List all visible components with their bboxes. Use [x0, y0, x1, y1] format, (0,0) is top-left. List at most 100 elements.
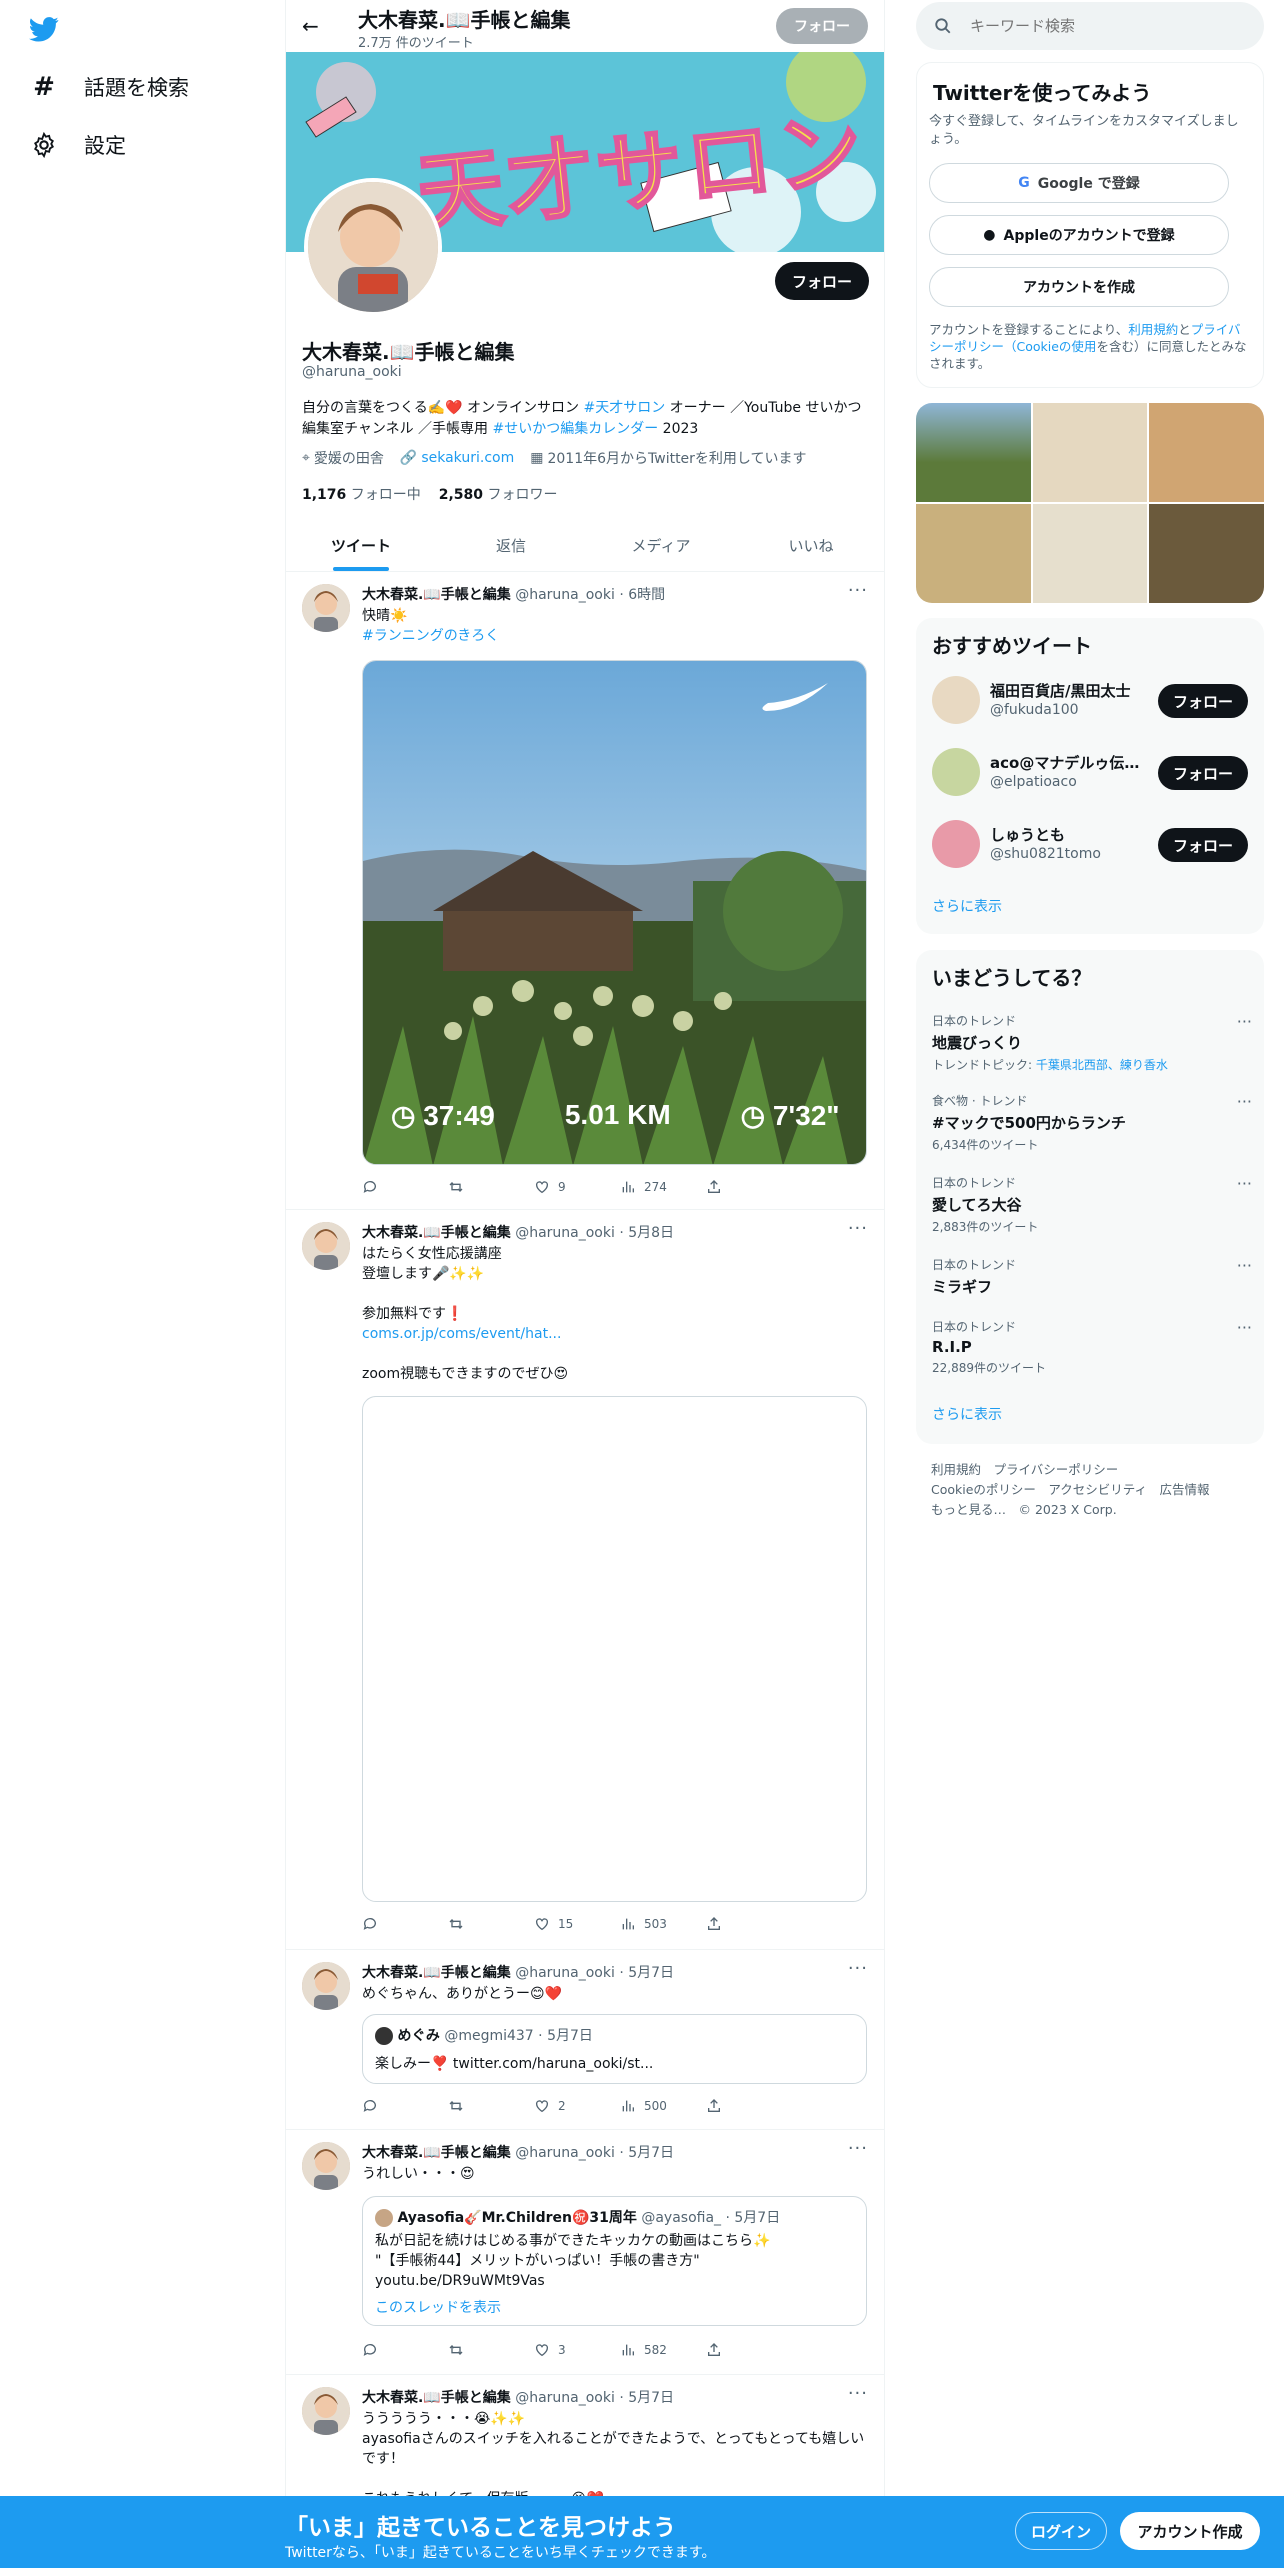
tweet-avatar[interactable]: [302, 584, 350, 632]
follow-button[interactable]: フォロー: [1158, 756, 1248, 790]
bio-hashtag-calendar[interactable]: #せいかつ編集カレンダー: [492, 421, 658, 437]
create-account-button[interactable]: アカウントを作成: [929, 267, 1229, 307]
tweet-link[interactable]: coms.or.jp/coms/event/hat...: [362, 1324, 867, 1344]
more-options-icon[interactable]: ···: [1237, 1012, 1252, 1031]
show-thread-link[interactable]: このスレッドを表示: [375, 2297, 501, 2317]
media-grid[interactable]: [916, 403, 1264, 603]
quoted-tweet[interactable]: めぐみ @megmi437 · 5月7日 楽しみー❣️ twitter.com/…: [362, 2014, 867, 2084]
tweet-time[interactable]: · 5月7日: [615, 1965, 674, 1981]
tweet-time[interactable]: · 5月7日: [615, 2390, 674, 2406]
tweet-avatar[interactable]: [302, 2387, 350, 2435]
tweet-avatar[interactable]: [302, 1222, 350, 1270]
quoted-tweet[interactable]: Ayasofia🎸Mr.Children㊗️31周年 @ayasofia_ · …: [362, 2196, 867, 2326]
nav-explore[interactable]: # 話題を検索: [30, 72, 189, 102]
like-button[interactable]: 15: [534, 1914, 620, 1934]
apple-signup-button[interactable]: ● Appleのアカウントで登録: [929, 215, 1229, 255]
more-options-icon[interactable]: ···: [1237, 1092, 1252, 1111]
tweet-author-name[interactable]: 大木春菜.📖手帳と編集: [362, 2145, 511, 2161]
following-link[interactable]: 1,176 フォロー中: [302, 484, 421, 504]
tweet-author-handle[interactable]: @haruna_ooki: [515, 1225, 615, 1241]
header-follow-button[interactable]: フォロー: [776, 8, 868, 44]
footer-line-3[interactable]: もっと見る… © 2023 X Corp.: [931, 1500, 1251, 1520]
profile-website-link[interactable]: sekakuri.com: [421, 450, 514, 466]
tweet-author-handle[interactable]: @haruna_ooki: [515, 587, 615, 603]
profile-avatar[interactable]: [304, 178, 442, 316]
tweet-avatar[interactable]: [302, 1962, 350, 2010]
tweet-time[interactable]: · 5月7日: [615, 2145, 674, 2161]
tweet-time[interactable]: · 6時間: [615, 587, 665, 603]
tab-replies[interactable]: 返信: [436, 520, 586, 571]
recommend-user[interactable]: aco@マナデルゥ伝... @elpatioaco フォロー: [932, 746, 1252, 800]
profile-follow-button[interactable]: フォロー: [775, 262, 869, 300]
reply-button[interactable]: [362, 2096, 448, 2116]
trends-more-link[interactable]: さらに表示: [932, 1404, 1002, 1424]
media-thumb[interactable]: [1032, 504, 1148, 603]
share-button[interactable]: [706, 2096, 792, 2116]
more-options-icon[interactable]: ···: [848, 2138, 868, 2159]
trend-item[interactable]: 日本のトレンド 地震びっくり トレンドトピック: 千葉県北西部、練り香水 ···: [932, 1012, 1252, 1073]
follow-button[interactable]: フォロー: [1158, 828, 1248, 862]
tweet-author-handle[interactable]: @haruna_ooki: [515, 1965, 615, 1981]
retweet-button[interactable]: [448, 1914, 534, 1934]
more-options-icon[interactable]: ···: [1237, 1174, 1252, 1193]
more-options-icon[interactable]: ···: [1237, 1256, 1252, 1275]
views-button[interactable]: 500: [620, 2096, 706, 2116]
link-card[interactable]: [362, 1396, 867, 1902]
media-thumb[interactable]: [1149, 504, 1264, 603]
tab-media[interactable]: メディア: [586, 520, 736, 571]
media-thumb[interactable]: [916, 403, 1031, 502]
tweet[interactable]: 大木春菜.📖手帳と編集 @haruna_ooki · 5月7日 ··· うれしい…: [286, 2130, 884, 2375]
tweet[interactable]: 大木春菜.📖手帳と編集 @haruna_ooki · 6時間 ··· 快晴☀️ …: [286, 572, 884, 1210]
recommend-more-link[interactable]: さらに表示: [932, 896, 1002, 916]
retweet-button[interactable]: [448, 2096, 534, 2116]
tweet[interactable]: 大木春菜.📖手帳と編集 @haruna_ooki · 5月7日 ··· めぐちゃ…: [286, 1950, 884, 2130]
tweet-author-name[interactable]: 大木春菜.📖手帳と編集: [362, 1965, 511, 1981]
views-button[interactable]: 582: [620, 2340, 706, 2360]
login-button[interactable]: ログイン: [1015, 2512, 1107, 2550]
tweet-author-name[interactable]: 大木春菜.📖手帳と編集: [362, 1225, 511, 1241]
reply-button[interactable]: [362, 1177, 448, 1197]
more-options-icon[interactable]: ···: [848, 2383, 868, 2404]
back-arrow-icon[interactable]: ←: [302, 14, 319, 38]
tweet-photo[interactable]: ◷ 37:49 5.01 KM ◷ 7'32": [362, 660, 867, 1165]
views-button[interactable]: 274: [620, 1177, 706, 1197]
tweet[interactable]: 大木春菜.📖手帳と編集 @haruna_ooki · 5月8日 ··· はたらく…: [286, 1210, 884, 1950]
more-options-icon[interactable]: ···: [1237, 1318, 1252, 1337]
tweet-hashtag[interactable]: #ランニングのきろく: [362, 626, 867, 646]
tweet-time[interactable]: · 5月8日: [615, 1225, 674, 1241]
trend-item[interactable]: 日本のトレンド ミラギフ ···: [932, 1256, 1252, 1297]
followers-link[interactable]: 2,580 フォロワー: [439, 484, 558, 504]
like-button[interactable]: 9: [534, 1177, 620, 1197]
footer-line-2[interactable]: Cookieのポリシー アクセシビリティ 広告情報: [931, 1480, 1251, 1500]
retweet-button[interactable]: [448, 1177, 534, 1197]
nav-settings[interactable]: 設定: [30, 130, 126, 160]
views-button[interactable]: 503: [620, 1914, 706, 1934]
search-input[interactable]: [970, 14, 1240, 38]
more-options-icon[interactable]: ···: [848, 580, 868, 601]
more-options-icon[interactable]: ···: [848, 1218, 868, 1239]
media-thumb[interactable]: [1032, 403, 1148, 502]
reply-button[interactable]: [362, 1914, 448, 1934]
tweet-avatar[interactable]: [302, 2142, 350, 2190]
terms-link[interactable]: 利用規約: [1128, 322, 1178, 337]
recommend-user[interactable]: しゅうとも @shu0821tomo フォロー: [932, 818, 1252, 872]
search-box[interactable]: [916, 2, 1264, 50]
reply-button[interactable]: [362, 2340, 448, 2360]
footer-line-1[interactable]: 利用規約 プライバシーポリシー: [931, 1460, 1251, 1480]
tab-likes[interactable]: いいね: [736, 520, 884, 571]
tweet-author-handle[interactable]: @haruna_ooki: [515, 2145, 615, 2161]
bio-hashtag-salon[interactable]: #天才サロン: [583, 400, 665, 416]
retweet-button[interactable]: [448, 2340, 534, 2360]
trend-topic-link[interactable]: 千葉県北西部、練り香水: [1036, 1058, 1168, 1072]
trend-item[interactable]: 食べ物 · トレンド #マックで500円からランチ 6,434件のツイート ··…: [932, 1092, 1252, 1153]
signup-button[interactable]: アカウント作成: [1120, 2512, 1260, 2550]
media-thumb[interactable]: [1149, 403, 1264, 502]
like-button[interactable]: 3: [534, 2340, 620, 2360]
share-button[interactable]: [706, 1177, 792, 1197]
google-signup-button[interactable]: G Google で登録: [929, 163, 1229, 203]
trend-item[interactable]: 日本のトレンド 愛してろ大谷 2,883件のツイート ···: [932, 1174, 1252, 1235]
share-button[interactable]: [706, 2340, 792, 2360]
tab-tweets[interactable]: ツイート: [286, 520, 436, 571]
tweet-author-handle[interactable]: @haruna_ooki: [515, 2390, 615, 2406]
tweet-author-name[interactable]: 大木春菜.📖手帳と編集: [362, 587, 511, 603]
